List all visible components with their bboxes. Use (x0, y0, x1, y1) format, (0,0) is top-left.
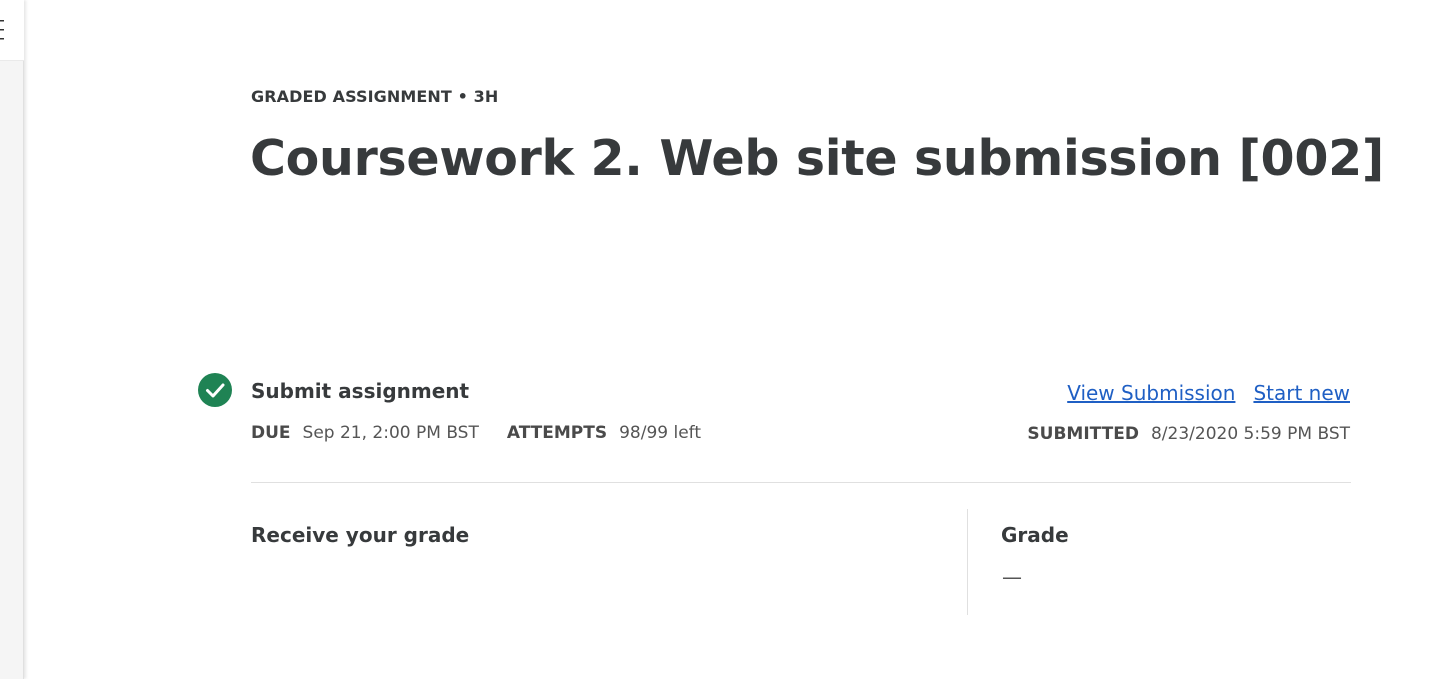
menu-icon (0, 20, 4, 40)
due-label: DUE (251, 423, 291, 443)
grade-value: — (1002, 565, 1022, 589)
start-new-link[interactable]: Start new (1253, 381, 1350, 405)
attempts-value: 98/99 left (619, 423, 702, 443)
due-attempts-row: DUE Sep 21, 2:00 PM BST ATTEMPTS 98/99 l… (251, 423, 701, 443)
page-title: Coursework 2. Web site submission [002] (250, 130, 1385, 187)
view-submission-link[interactable]: View Submission (1067, 381, 1235, 405)
sidebar-strip (0, 0, 24, 679)
section-divider (251, 482, 1351, 483)
sidebar-toggle-button[interactable] (0, 0, 24, 61)
submitted-label: SUBMITTED (1027, 424, 1139, 444)
attempts-label: ATTEMPTS (506, 423, 608, 443)
receive-grade-heading: Receive your grade (251, 523, 470, 547)
submitted-value: 8/23/2020 5:59 PM BST (1150, 424, 1350, 444)
submission-actions: View Submission Start new (1067, 381, 1350, 405)
check-circle-icon (198, 373, 232, 407)
due-value: Sep 21, 2:00 PM BST (302, 423, 479, 443)
submitted-info: SUBMITTED 8/23/2020 5:59 PM BST (1027, 424, 1350, 444)
column-divider (967, 509, 968, 615)
assignment-type-label: GRADED ASSIGNMENT • 3H (251, 87, 499, 106)
grade-heading: Grade (1001, 523, 1069, 547)
step-title: Submit assignment (251, 379, 470, 403)
